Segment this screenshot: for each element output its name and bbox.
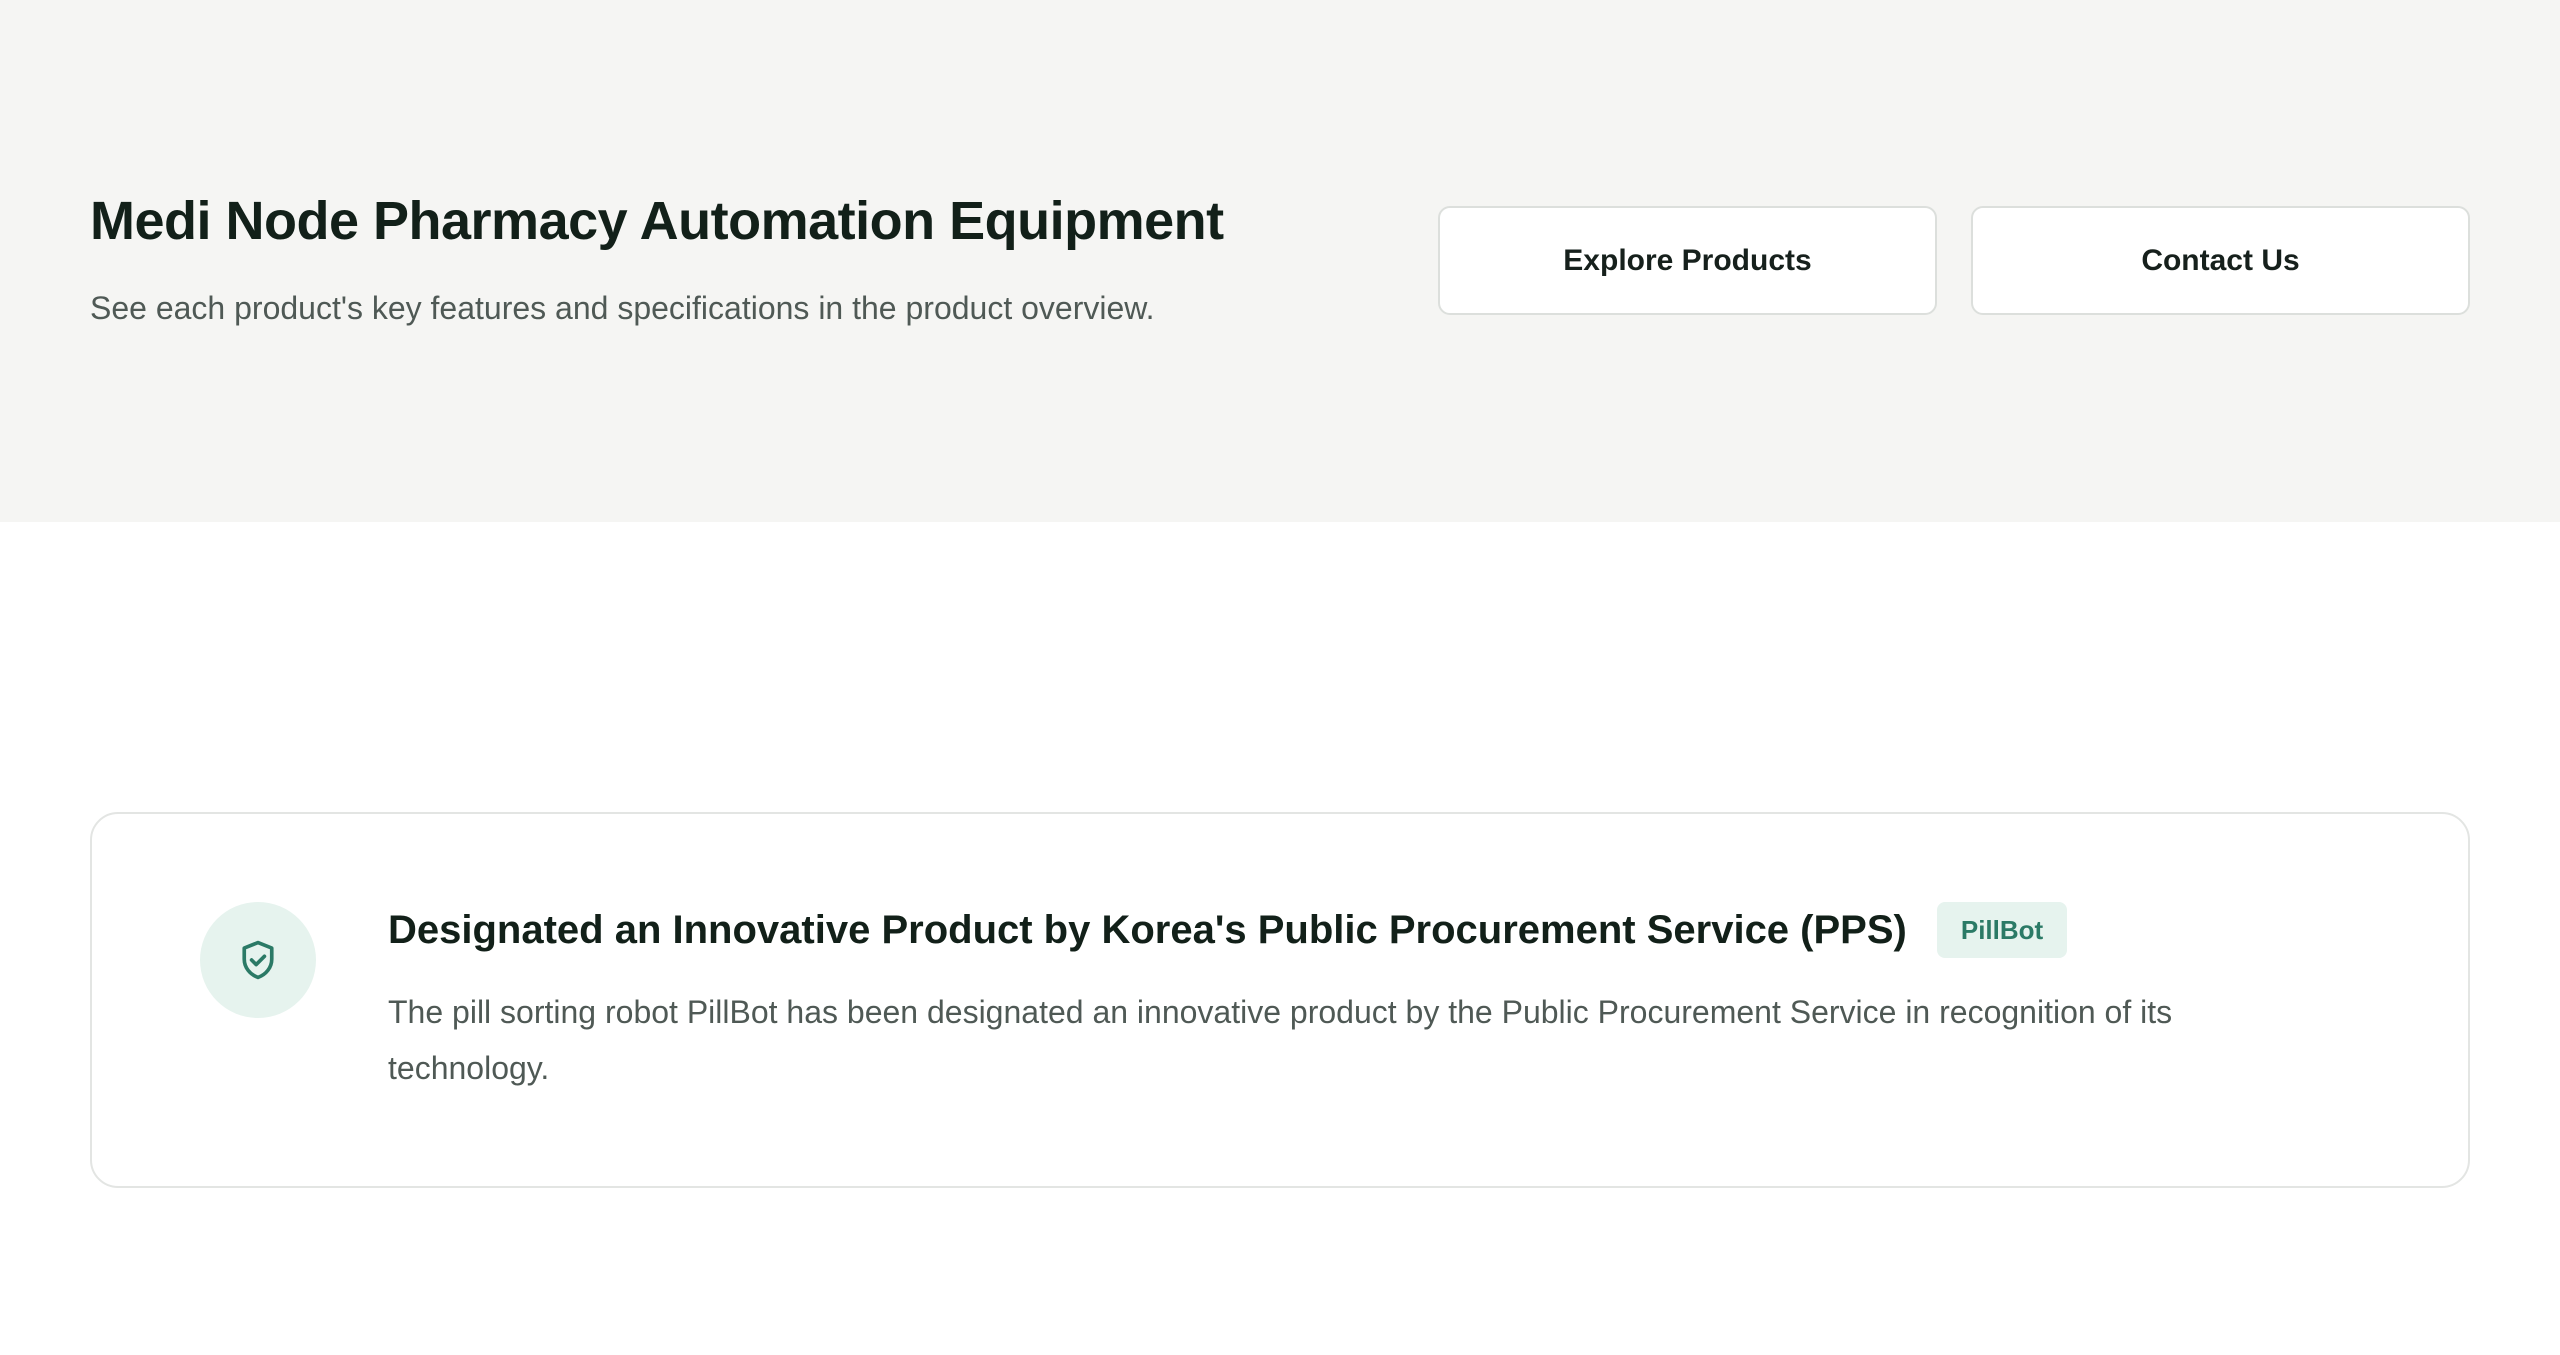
hero-actions: Explore Products Contact Us xyxy=(1438,206,2470,315)
notice-description: The pill sorting robot PillBot has been … xyxy=(388,994,2173,1086)
hero-section: Medi Node Pharmacy Automation Equipment … xyxy=(0,0,2560,522)
notice-card: Designated an Innovative Product by Kore… xyxy=(90,812,2470,1188)
notice-title: Designated an Innovative Product by Kore… xyxy=(388,907,1907,952)
notice-heading: Designated an Innovative Product by Kore… xyxy=(388,902,2068,958)
notice-icon-badge xyxy=(200,902,316,1018)
explore-products-button[interactable]: Explore Products xyxy=(1438,206,1937,315)
contact-us-button[interactable]: Contact Us xyxy=(1971,206,2470,315)
product-tag: PillBot xyxy=(1936,902,2068,958)
page-subtitle: See each product's key features and spec… xyxy=(90,290,1155,326)
page-title: Medi Node Pharmacy Automation Equipment xyxy=(90,191,1224,251)
shield-check-icon xyxy=(242,940,274,980)
